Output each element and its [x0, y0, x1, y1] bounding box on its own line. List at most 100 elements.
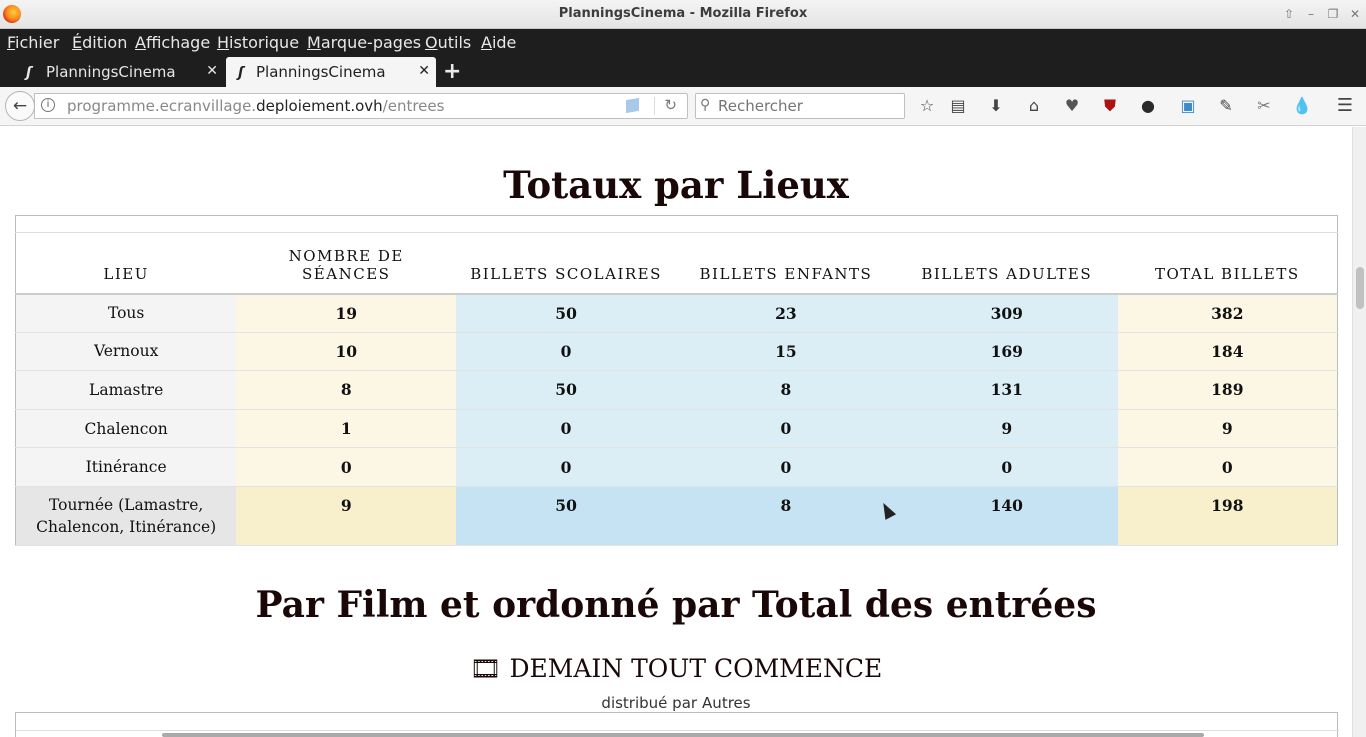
url-separator — [654, 97, 655, 115]
cell-lieu: Vernoux — [15, 332, 237, 372]
window-titlebar: PlanningsCinema - Mozilla Firefox ⇧ – ❐ … — [0, 0, 1366, 29]
cell-seances: 19 — [236, 293, 457, 333]
window-up-icon[interactable]: ⇧ — [1280, 5, 1298, 23]
table-row-tournee: Tournée (Lamastre, Chalencon, Itinérance… — [15, 486, 1338, 546]
cell-lieu: Tournée (Lamastre, Chalencon, Itinérance… — [15, 486, 237, 546]
movie-table-divider — [16, 730, 1339, 731]
section-title-lieux: Totaux par Lieux — [503, 163, 849, 207]
reading-list-icon[interactable]: ▤ — [948, 96, 968, 116]
downloads-icon[interactable]: ⬇ — [986, 96, 1006, 116]
menu-aide[interactable]: Aide — [481, 33, 516, 52]
cell-seances: 0 — [236, 447, 457, 487]
site-favicon-icon: ʃ — [238, 65, 244, 81]
drop-extension-icon[interactable]: 💧 — [1292, 96, 1312, 116]
cell-adultes: 9 — [895, 409, 1118, 449]
col-header-enfants: Billets enfants — [676, 232, 896, 295]
menu-edition[interactable]: Édition — [72, 33, 127, 52]
cell-lieu: Chalencon — [15, 409, 237, 449]
site-info-icon[interactable]: i — [41, 98, 55, 112]
cell-enfants: 15 — [676, 332, 896, 372]
cell-total: 184 — [1117, 332, 1338, 372]
color-picker-icon[interactable]: ● — [1138, 96, 1158, 116]
tab-planningscinema-2[interactable]: ʃ PlanningsCinema ✕ — [226, 57, 436, 87]
movie-heading: 🎞 DEMAIN TOUT COMMENCE — [0, 654, 1352, 684]
cell-adultes: 131 — [895, 370, 1118, 410]
pocket-icon[interactable]: ♥ — [1062, 96, 1082, 116]
table-top-spacer — [15, 215, 1338, 233]
menu-marque-pages[interactable]: Marque-pages — [307, 33, 421, 52]
cell-adultes: 0 — [895, 447, 1118, 487]
cell-enfants: 8 — [676, 370, 896, 410]
new-tab-plus-icon[interactable]: + — [443, 59, 461, 84]
menu-fichier[interactable]: Fichier — [7, 33, 59, 52]
bookmark-star-icon[interactable]: ☆ — [917, 96, 937, 116]
cell-scolaires: 0 — [456, 409, 676, 449]
cell-adultes: 140 — [895, 486, 1118, 546]
hamburger-menu-icon[interactable]: ☰ — [1335, 96, 1355, 116]
cell-adultes: 309 — [895, 293, 1118, 333]
totals-by-venue-table: Lieu Nombre de séances Billets scolaires… — [15, 215, 1338, 546]
table-row: Chalencon 1 0 0 9 9 — [15, 409, 1338, 449]
cell-total: 0 — [1117, 447, 1338, 487]
distributor-label: distribué par — [601, 694, 698, 712]
vertical-scrollbar[interactable] — [1352, 127, 1366, 737]
cell-scolaires: 50 — [456, 486, 676, 546]
close-tab-icon[interactable]: ✕ — [418, 63, 430, 79]
col-header-total: Total billets — [1117, 232, 1338, 295]
url-bar[interactable]: i programme.ecranvillage.deploiement.ovh… — [34, 93, 688, 119]
reload-icon[interactable]: ↻ — [664, 96, 677, 114]
cell-enfants: 23 — [676, 293, 896, 333]
cell-total: 198 — [1117, 486, 1338, 546]
search-icon: ⚲ — [700, 97, 711, 113]
search-bar[interactable]: ⚲ — [695, 93, 905, 119]
close-window-icon[interactable]: ✕ — [1346, 5, 1364, 23]
tab-label: PlanningsCinema — [256, 63, 386, 81]
tab-label: PlanningsCinema — [46, 63, 176, 81]
window-title: PlanningsCinema - Mozilla Firefox — [558, 6, 808, 21]
cell-seances: 8 — [236, 370, 457, 410]
cell-scolaires: 0 — [456, 447, 676, 487]
menu-historique[interactable]: Historique — [217, 33, 299, 52]
movie-title: DEMAIN TOUT COMMENCE — [509, 654, 883, 683]
search-input[interactable] — [718, 96, 898, 116]
cell-lieu: Lamastre — [15, 370, 237, 410]
distributor-value: Autres — [702, 694, 751, 712]
cell-total: 382 — [1117, 293, 1338, 333]
container-cube-icon[interactable] — [626, 97, 639, 114]
table-row: Vernoux 10 0 15 169 184 — [15, 332, 1338, 372]
col-header-seances: Nombre de séances — [236, 232, 457, 295]
cell-enfants: 0 — [676, 409, 896, 449]
horizontal-scrollbar[interactable] — [162, 733, 1204, 737]
scrollbar-thumb[interactable] — [1356, 267, 1364, 309]
cell-lieu: Itinérance — [15, 447, 237, 487]
cell-scolaires: 0 — [456, 332, 676, 372]
cell-total: 189 — [1117, 370, 1338, 410]
url-text[interactable]: programme.ecranvillage.deploiement.ovh/e… — [67, 97, 444, 115]
restore-icon[interactable]: ❐ — [1324, 5, 1342, 23]
close-tab-icon[interactable]: ✕ — [206, 63, 218, 79]
ublock-icon[interactable]: ⛊ — [1100, 96, 1120, 116]
screenshot-tool-icon[interactable]: ✂ — [1254, 96, 1274, 116]
menu-bar: Fichier Édition Affichage Historique Mar… — [0, 29, 1366, 57]
cell-adultes: 169 — [895, 332, 1118, 372]
table-row: Itinérance 0 0 0 0 0 — [15, 447, 1338, 487]
tab-planningscinema-1[interactable]: ʃ PlanningsCinema ✕ — [2, 57, 224, 87]
site-favicon-icon: ʃ — [26, 65, 32, 81]
pen-tool-icon[interactable]: ✎ — [1216, 96, 1236, 116]
page-content: Totaux par Lieux Lieu Nombre de séances … — [0, 127, 1352, 737]
cell-scolaires: 50 — [456, 293, 676, 333]
menu-outils[interactable]: Outils — [425, 33, 471, 52]
skype-icon[interactable]: ▣ — [1178, 96, 1198, 116]
cell-lieu: Tous — [15, 293, 237, 333]
minimize-icon[interactable]: – — [1302, 5, 1320, 23]
back-button[interactable]: ← — [5, 91, 35, 121]
tab-bar: ʃ PlanningsCinema ✕ ʃ PlanningsCinema ✕ … — [0, 57, 1366, 87]
col-header-adultes: Billets adultes — [895, 232, 1118, 295]
menu-affichage[interactable]: Affichage — [135, 33, 210, 52]
cell-seances: 10 — [236, 332, 457, 372]
home-icon[interactable]: ⌂ — [1024, 96, 1044, 116]
table-row: Lamastre 8 50 8 131 189 — [15, 370, 1338, 410]
cell-total: 9 — [1117, 409, 1338, 449]
cell-enfants: 0 — [676, 447, 896, 487]
cell-seances: 9 — [236, 486, 457, 546]
